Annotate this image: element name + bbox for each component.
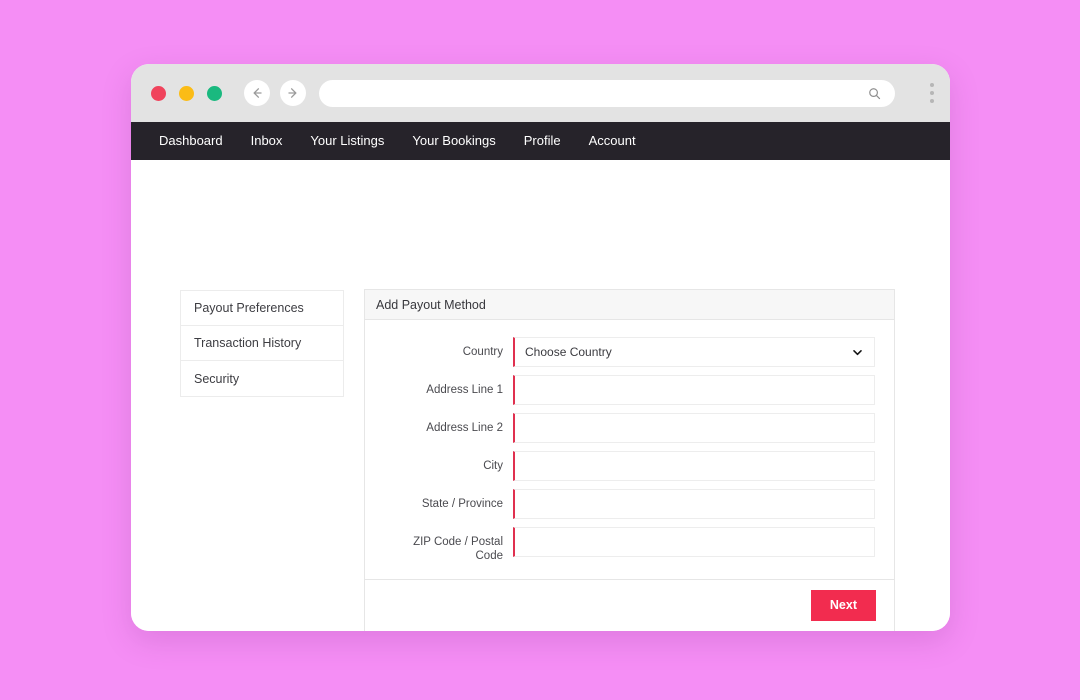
card-header: Add Payout Method: [365, 290, 894, 320]
address-bar[interactable]: [319, 79, 895, 107]
search-icon[interactable]: [868, 87, 881, 100]
country-label: Country: [462, 346, 503, 358]
nav-item-dashboard[interactable]: Dashboard: [159, 122, 237, 160]
chevron-down-icon: [851, 346, 864, 359]
window-controls: [151, 85, 222, 101]
zip-postal-code-label: ZIP Code / Postal Code: [413, 536, 503, 562]
arrow-right-icon: [288, 88, 297, 98]
form-row-address-line-2: Address Line 2: [384, 413, 875, 443]
back-button[interactable]: [244, 80, 270, 106]
country-select-value: Choose Country: [525, 345, 612, 359]
browser-navigation-buttons: [244, 80, 306, 106]
sidebar-item-label: Security: [194, 371, 240, 386]
nav-item-inbox[interactable]: Inbox: [237, 122, 297, 160]
close-window-button[interactable]: [151, 85, 166, 101]
page-content: Payout Preferences Transaction History S…: [131, 160, 950, 631]
payout-form: Country Choose Country Address Line 1 Ad…: [365, 320, 894, 579]
minimize-window-button[interactable]: [179, 85, 194, 101]
city-label: City: [483, 460, 503, 472]
address-line-1-input[interactable]: [513, 375, 875, 405]
state-province-input[interactable]: [513, 489, 875, 519]
form-row-zip-postal-code: ZIP Code / Postal Code: [384, 527, 875, 563]
nav-item-profile[interactable]: Profile: [510, 122, 575, 160]
sidebar-item-transaction-history[interactable]: Transaction History: [181, 326, 343, 361]
kebab-dot: [930, 99, 934, 103]
sidebar-item-security[interactable]: Security: [181, 361, 343, 396]
sidebar-item-label: Payout Preferences: [194, 301, 304, 315]
form-row-address-line-1: Address Line 1: [384, 375, 875, 405]
kebab-dot: [930, 91, 934, 95]
city-input[interactable]: [513, 451, 875, 481]
sidebar-item-label: Transaction History: [194, 336, 302, 350]
arrow-left-icon: [253, 88, 262, 98]
form-row-country: Country Choose Country: [384, 337, 875, 367]
maximize-window-button[interactable]: [207, 85, 222, 101]
address-line-1-label: Address Line 1: [426, 384, 503, 396]
forward-button[interactable]: [280, 80, 306, 106]
sidebar-item-payout-preferences[interactable]: Payout Preferences: [181, 291, 343, 326]
card-title: Add Payout Method: [376, 297, 486, 312]
browser-menu-button[interactable]: [927, 80, 937, 106]
browser-window: Dashboard Inbox Your Listings Your Booki…: [131, 64, 950, 631]
kebab-dot: [930, 83, 934, 87]
nav-item-your-bookings[interactable]: Your Bookings: [398, 122, 509, 160]
card-footer: Next: [365, 579, 894, 631]
zip-postal-code-input[interactable]: [513, 527, 875, 557]
form-row-city: City: [384, 451, 875, 481]
nav-item-your-listings[interactable]: Your Listings: [296, 122, 398, 160]
country-select[interactable]: Choose Country: [513, 337, 875, 367]
browser-chrome: [131, 64, 950, 122]
nav-item-account[interactable]: Account: [575, 122, 650, 160]
form-row-state-province: State / Province: [384, 489, 875, 519]
next-button[interactable]: Next: [810, 590, 876, 621]
settings-sidebar: Payout Preferences Transaction History S…: [180, 290, 344, 397]
address-line-2-label: Address Line 2: [426, 422, 503, 434]
address-line-2-input[interactable]: [513, 413, 875, 443]
add-payout-method-card: Add Payout Method Country Choose Country: [364, 289, 895, 631]
state-province-label: State / Province: [421, 498, 503, 510]
main-navigation: Dashboard Inbox Your Listings Your Booki…: [131, 122, 950, 160]
